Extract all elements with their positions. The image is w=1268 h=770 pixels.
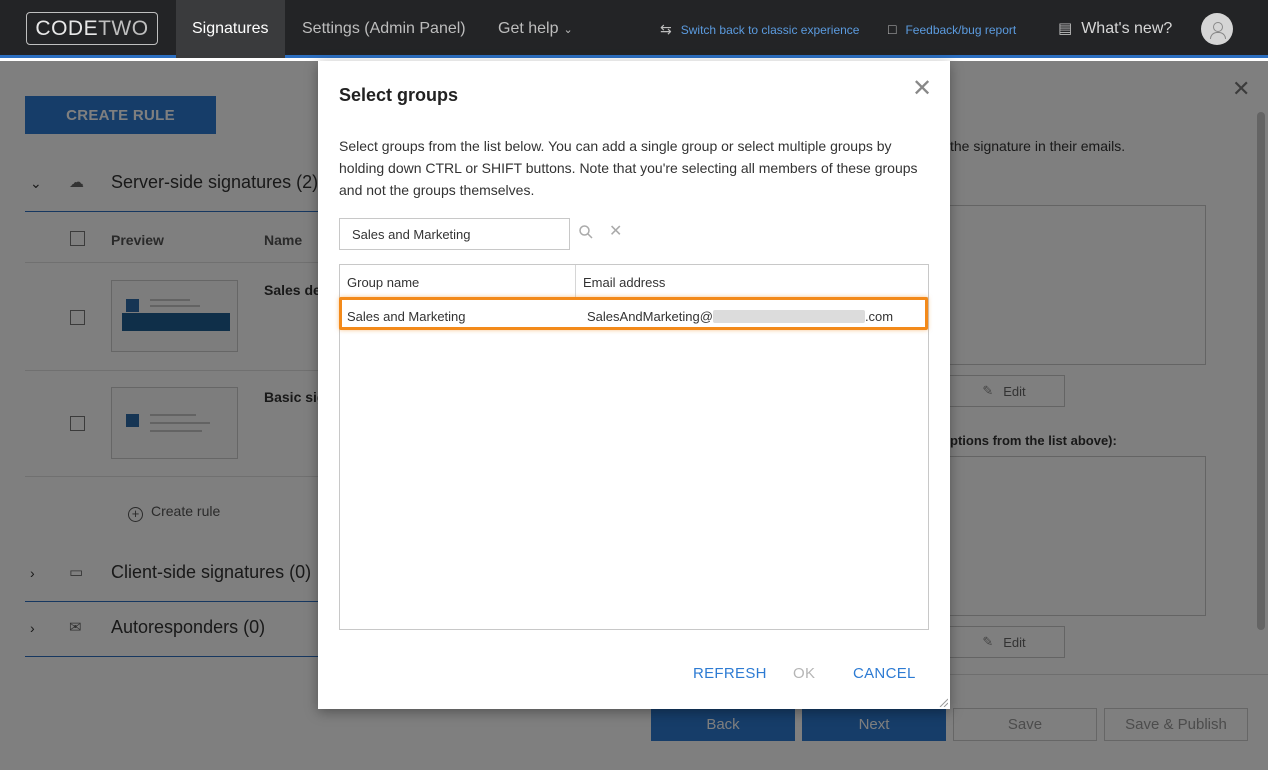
switch-classic-link[interactable]: ⇆ Switch back to classic experience [660,0,859,58]
feedback-label: Feedback/bug report [905,23,1017,37]
tab-get-help[interactable]: Get help ⌄ [498,0,573,58]
selected-row-highlight [339,297,928,330]
column-email-address[interactable]: Email address [583,275,665,290]
search-icon[interactable] [578,224,594,240]
clear-search-icon[interactable]: ✕ [609,224,622,240]
cancel-button[interactable]: CANCEL [853,665,916,682]
tab-label: Signatures [192,20,269,37]
switch-classic-label: Switch back to classic experience [680,23,860,37]
tab-settings[interactable]: Settings (Admin Panel) [302,0,466,58]
dialog-description: Select groups from the list below. You c… [339,138,918,198]
top-bar: CODE TWO Signatures Settings (Admin Panel… [0,0,1268,58]
tab-label: Settings (Admin Panel) [302,20,466,37]
logo-code-text: CODE [35,16,99,40]
feedback-icon: □ [888,21,897,37]
codetwo-logo[interactable]: CODE TWO [26,12,158,45]
chevron-down-icon: ⌄ [563,24,573,36]
dialog-title: Select groups [339,85,459,105]
group-search-input[interactable] [339,218,570,250]
column-separator[interactable] [575,265,576,298]
select-groups-dialog: Select groups ✕ Select groups from the l… [318,61,950,709]
close-icon[interactable]: ✕ [912,77,932,101]
whats-new-button[interactable]: ▤ What's new? [1058,0,1172,58]
news-icon: ▤ [1058,20,1073,37]
user-avatar-icon[interactable] [1201,13,1233,45]
tab-signatures[interactable]: Signatures [176,0,285,58]
switch-arrows-icon: ⇆ [660,21,672,37]
ok-button[interactable]: OK [793,665,815,682]
whats-new-label: What's new? [1081,20,1173,37]
feedback-link[interactable]: □ Feedback/bug report [888,0,1016,58]
refresh-button[interactable]: REFRESH [693,665,767,682]
column-group-name[interactable]: Group name [347,275,419,290]
tab-label: Get help [498,20,559,37]
table-header: Group name Email address [340,265,928,298]
resize-handle-icon[interactable] [938,697,948,707]
logo-two-text: TWO [98,16,149,40]
